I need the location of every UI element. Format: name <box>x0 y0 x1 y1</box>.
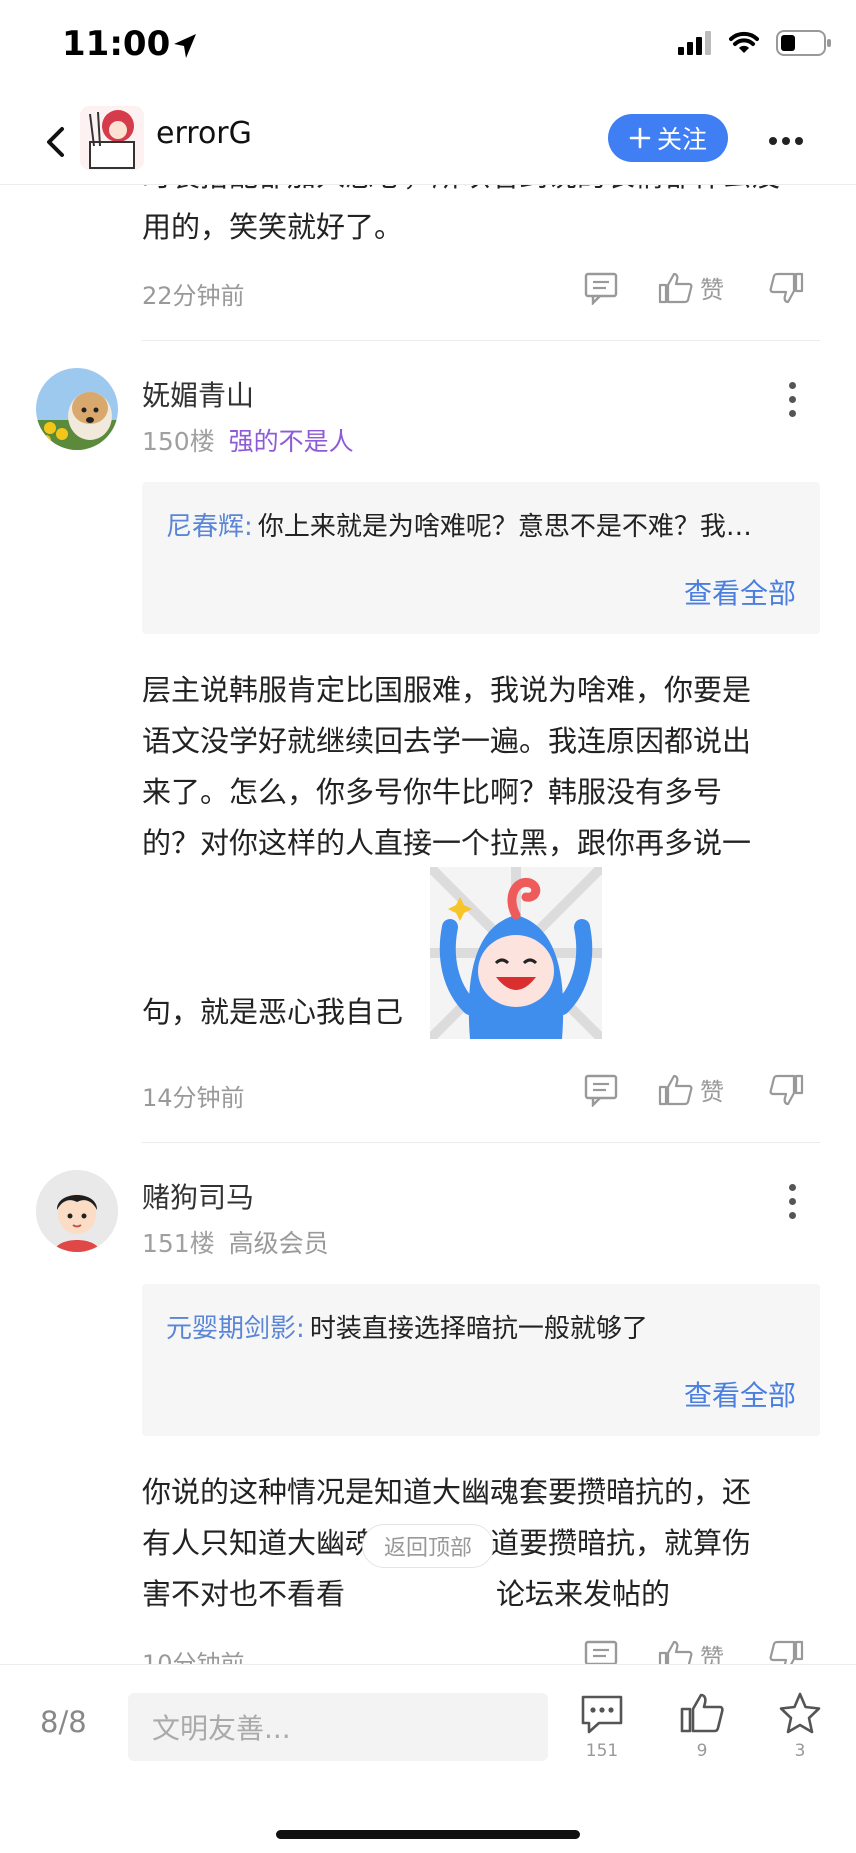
plus-icon <box>629 127 651 149</box>
trash-can-avatar-image <box>80 106 144 170</box>
laughing-blue-mascot-sticker <box>426 863 606 1043</box>
floor-info: 151楼 高级会员 <box>142 1224 329 1260</box>
back-button[interactable] <box>32 116 78 168</box>
quoted-line: 元婴期剑影: 时装直接选择暗抗一般就够了 <box>166 1308 806 1345</box>
more-horizontal-icon <box>769 137 803 145</box>
favorite-count: 3 <box>794 1741 806 1761</box>
floor-number: 151楼 <box>142 1229 215 1258</box>
status-icons <box>678 30 832 56</box>
like-label[interactable]: 赞 <box>700 1638 724 1664</box>
user-badge: 强的不是人 <box>228 427 354 456</box>
header-avatar[interactable] <box>80 106 144 170</box>
cellular-signal-icon <box>678 31 711 55</box>
like-count: 9 <box>696 1741 708 1761</box>
reply-icon[interactable] <box>584 1073 618 1107</box>
dislike-icon[interactable] <box>768 271 804 305</box>
post-text-line: 论坛来发帖的 <box>496 1577 671 1611</box>
status-time: 11:00 <box>62 24 171 64</box>
home-indicator[interactable] <box>276 1830 580 1839</box>
post-actions: 赞 <box>584 1638 804 1664</box>
dog-avatar-image <box>36 368 118 450</box>
quoted-reply[interactable]: 尼春辉: 你上来就是为啥难呢？意思不是不难？我… 查看全部 <box>142 482 820 634</box>
comment-input[interactable]: 文明友善... <box>128 1693 548 1761</box>
dislike-icon[interactable] <box>768 1639 804 1665</box>
page-indicator[interactable]: 8/8 <box>40 1705 87 1739</box>
post-time: 14分钟前 <box>142 1084 245 1112</box>
floor-info: 150楼 强的不是人 <box>142 422 354 458</box>
view-all-link[interactable]: 查看全部 <box>684 1374 796 1414</box>
comments-button[interactable]: 151 <box>562 1693 642 1761</box>
wifi-icon <box>729 31 759 53</box>
username[interactable]: 妩媚青山 <box>142 374 254 414</box>
reply-icon[interactable] <box>584 271 618 305</box>
cartoon-boy-avatar-image <box>36 1170 118 1252</box>
view-all-link[interactable]: 查看全部 <box>684 572 796 612</box>
thumbs-up-icon <box>680 1693 724 1733</box>
like-label[interactable]: 赞 <box>700 1072 724 1107</box>
comment-icon <box>581 1695 623 1734</box>
battery-icon <box>776 30 831 56</box>
post-time: 10分钟前 <box>142 1650 245 1664</box>
floor-number: 150楼 <box>142 427 215 456</box>
chevron-left-icon <box>47 127 64 157</box>
post-text: 用的，笑笑就好了。 <box>142 210 404 244</box>
user-badge: 高级会员 <box>228 1229 329 1258</box>
bottom-bar: 8/8 文明友善... 151 9 3 <box>0 1664 856 1853</box>
post-options-button[interactable] <box>770 374 814 424</box>
like-icon[interactable] <box>658 1073 694 1107</box>
post-text-line: 害不对也不看看 <box>142 1577 346 1611</box>
post-actions: 赞 <box>584 270 804 305</box>
more-options-button[interactable] <box>760 116 812 166</box>
header: errorG 关注 <box>0 100 856 185</box>
location-arrow-icon <box>174 34 196 58</box>
back-to-top-button[interactable]: 返回顶部 <box>362 1524 494 1568</box>
quote-author[interactable]: 元婴期剑影: <box>166 1314 305 1344</box>
post-time: 22分钟前 <box>142 282 245 310</box>
avatar[interactable] <box>36 1170 118 1252</box>
quoted-line: 尼春辉: 你上来就是为啥难呢？意思不是不难？我… <box>166 506 806 543</box>
follow-label: 关注 <box>656 125 707 154</box>
username[interactable]: 赌狗司马 <box>142 1176 254 1216</box>
post-text-line: 语文没学好就继续回去学一遍。我连原因都说出 <box>142 724 752 758</box>
like-icon[interactable] <box>658 271 694 305</box>
quote-text: 时装直接选择暗抗一般就够了 <box>309 1314 648 1344</box>
like-icon[interactable] <box>658 1639 694 1665</box>
follow-button[interactable]: 关注 <box>608 114 728 162</box>
post-options-button[interactable] <box>770 1176 814 1226</box>
sticker-image <box>426 863 606 1043</box>
favorite-button[interactable]: 3 <box>760 1691 840 1761</box>
post-text-line: 层主说韩服肯定比国服难，我说为啥难，你要是 <box>142 673 752 707</box>
like-post-button[interactable]: 9 <box>662 1691 742 1761</box>
dislike-icon[interactable] <box>768 1073 804 1107</box>
status-bar: 11:00 <box>0 0 856 100</box>
quote-text: 你上来就是为啥难呢？意思不是不难？我… <box>257 512 752 542</box>
post-text-partial: 时装搭配都加入恶心，所以看到说的表情都什么没 <box>142 184 780 202</box>
comment-count: 151 <box>585 1741 619 1761</box>
reply-icon[interactable] <box>584 1639 618 1665</box>
post-text-line: 的？对你这样的人直接一个拉黑，跟你再多说一 <box>142 826 752 860</box>
avatar[interactable] <box>36 368 118 450</box>
divider <box>142 340 820 341</box>
divider <box>142 1142 820 1143</box>
post-text-line: 来了。怎么，你多号你牛比啊？韩服没有多号 <box>142 775 723 809</box>
header-title[interactable]: errorG <box>156 116 252 151</box>
post-list[interactable]: 时装搭配都加入恶心，所以看到说的表情都什么没 用的，笑笑就好了。 22分钟前 赞… <box>0 184 856 1664</box>
like-label[interactable]: 赞 <box>700 270 724 305</box>
quote-author[interactable]: 尼春辉: <box>166 512 253 542</box>
quoted-reply[interactable]: 元婴期剑影: 时装直接选择暗抗一般就够了 查看全部 <box>142 1284 820 1436</box>
post-text-line: 句，就是恶心我自己 <box>142 995 404 1029</box>
star-icon <box>779 1692 821 1734</box>
post-actions: 赞 <box>584 1072 804 1107</box>
post-text-line: 你说的这种情况是知道大幽魂套要攒暗抗的，还 <box>142 1475 752 1509</box>
